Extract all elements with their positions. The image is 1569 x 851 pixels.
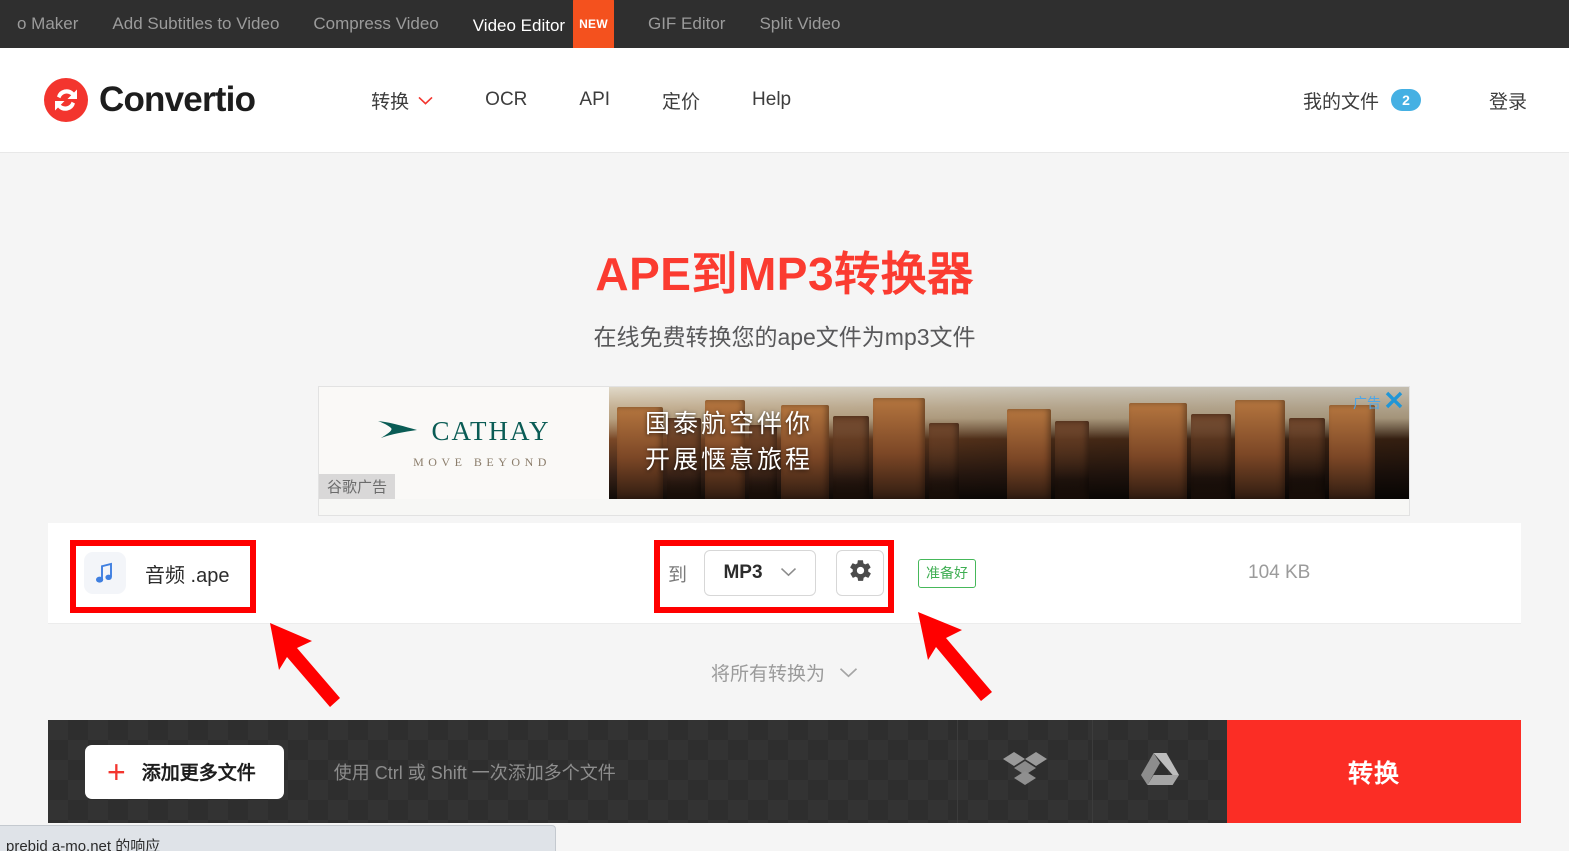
topbar-item-video-maker[interactable]: o Maker [0, 0, 95, 48]
hero-section: APE到MP3转换器 在线免费转换您的ape文件为mp3文件 [0, 153, 1569, 352]
close-icon[interactable] [1383, 389, 1405, 416]
topbar-item-add-subtitles[interactable]: Add Subtitles to Video [95, 0, 296, 48]
conversion-controls: 到 MP3 准备好 [668, 550, 977, 596]
topbar-item-label: o Maker [17, 14, 79, 33]
nav-item-ocr[interactable]: OCR [459, 89, 553, 111]
google-drive-icon [1140, 751, 1180, 792]
nav-item-label: Help [752, 89, 792, 110]
topbar-item-label: Video Editor [472, 15, 566, 35]
plus-icon: + [107, 753, 126, 790]
action-bar-left: + 添加更多文件 使用 Ctrl 或 Shift 一次添加多个文件 [48, 720, 957, 823]
nav-item-help[interactable]: Help [726, 89, 817, 111]
convert-button[interactable]: 转换 [1227, 720, 1521, 823]
my-files-link[interactable]: 我的文件 2 [1303, 87, 1421, 114]
nav-item-label: API [579, 89, 611, 110]
ad-headline: 国泰航空伴你 开展惬意旅程 [645, 407, 813, 478]
nav-item-api[interactable]: API [553, 89, 636, 111]
add-more-files-button[interactable]: + 添加更多文件 [85, 744, 284, 799]
chevron-down-icon [780, 564, 797, 582]
nav-item-label: 定价 [662, 91, 701, 113]
chevron-down-icon [418, 96, 433, 105]
ad-brand-row: CATHAY [377, 416, 550, 447]
nav-item-label: 转换 [371, 91, 410, 113]
status-bar-text: prebid a-mo.net 的响应 [6, 838, 161, 851]
topbar-item-split-video[interactable]: Split Video [742, 0, 857, 48]
output-format-select[interactable]: MP3 [704, 550, 817, 596]
ad-content: CATHAY MOVE BEYOND 国泰航空伴你 开展惬意旅程 [319, 387, 1409, 499]
convert-all-dropdown[interactable]: 将所有转换为 [711, 659, 858, 686]
advertisement-banner[interactable]: CATHAY MOVE BEYOND 国泰航空伴你 开展惬意旅程 谷歌广告 广告 [318, 386, 1410, 516]
topbar-item-video-editor[interactable]: Video Editor NEW [456, 0, 631, 51]
my-files-label: 我的文件 [1302, 91, 1379, 113]
login-link[interactable]: 登录 [1489, 87, 1527, 114]
gear-icon [848, 558, 873, 588]
add-more-files-label: 添加更多文件 [141, 763, 256, 784]
page-subtitle: 在线免费转换您的ape文件为mp3文件 [593, 324, 976, 350]
topbar-item-gif-editor[interactable]: GIF Editor [631, 0, 742, 48]
action-bar: + 添加更多文件 使用 Ctrl 或 Shift 一次添加多个文件 转换 [48, 720, 1521, 823]
google-drive-upload-button[interactable] [1092, 720, 1227, 823]
output-format-value: MP3 [723, 562, 763, 583]
convert-all-label: 将所有转换为 [710, 663, 825, 685]
convert-all-row: 将所有转换为 [48, 623, 1521, 720]
settings-gear-button[interactable] [836, 550, 885, 596]
ad-provider-label: 谷歌广告 [319, 474, 396, 499]
new-badge: NEW [573, 0, 614, 51]
convert-button-label: 转换 [1347, 759, 1400, 788]
ad-close-label: 广告 [1353, 394, 1381, 411]
header-right: 我的文件 2 登录 [1303, 87, 1569, 114]
ad-headline-line1: 国泰航空伴你 [645, 410, 814, 438]
topbar-item-label: Split Video [759, 14, 841, 33]
nav-item-label: OCR [485, 89, 528, 110]
conversion-panel: 音频 .ape 到 MP3 准备好 104 KB 将所有转换为 + 添加更多文件… [48, 523, 1521, 823]
file-row: 音频 .ape 到 MP3 准备好 104 KB [48, 523, 1521, 623]
page-title: APE到MP3转换器 [595, 248, 974, 300]
to-label: 到 [668, 564, 688, 586]
audio-file-icon [84, 552, 126, 594]
topbar-item-label: Compress Video [313, 14, 439, 33]
convertio-logo-text: Convertio [99, 80, 256, 119]
convertio-logo-icon [44, 78, 88, 122]
main-nav: 转换 OCR API 定价 Help [345, 87, 817, 114]
browser-status-bar: prebid a-mo.net 的响应 [0, 825, 556, 851]
multi-select-hint: 使用 Ctrl 或 Shift 一次添加多个文件 [333, 762, 616, 783]
file-name-group[interactable]: 音频 .ape [84, 552, 229, 594]
file-name-label: 音频 .ape [145, 564, 230, 587]
dropbox-icon [1002, 748, 1048, 795]
chevron-down-icon [839, 667, 858, 678]
topbar-item-label: GIF Editor [647, 14, 726, 33]
ad-headline-line2: 开展惬意旅程 [645, 445, 814, 474]
topbar-item-compress-video[interactable]: Compress Video [296, 0, 455, 48]
convertio-logo[interactable]: Convertio [44, 78, 256, 122]
ad-close-control[interactable]: 广告 [1353, 389, 1405, 416]
page-root: o Maker Add Subtitles to Video Compress … [0, 0, 1569, 851]
ad-brand-name: CATHAY [431, 416, 551, 446]
ad-brand-tagline: MOVE BEYOND [413, 455, 551, 469]
file-size-label: 104 KB [1248, 562, 1311, 583]
nav-item-convert[interactable]: 转换 [345, 87, 459, 114]
my-files-count-badge: 2 [1390, 89, 1421, 111]
site-header: Convertio 转换 OCR API 定价 Help 我的文件 2 登录 [0, 48, 1569, 153]
nav-item-pricing[interactable]: 定价 [636, 87, 726, 114]
cathay-brushwing-icon [377, 417, 419, 446]
dropbox-upload-button[interactable] [957, 720, 1092, 823]
ad-hero-image: 国泰航空伴你 开展惬意旅程 [609, 387, 1409, 499]
status-badge: 准备好 [918, 558, 977, 588]
topbar-item-label: Add Subtitles to Video [112, 14, 280, 33]
secondary-topbar: o Maker Add Subtitles to Video Compress … [0, 0, 1569, 51]
